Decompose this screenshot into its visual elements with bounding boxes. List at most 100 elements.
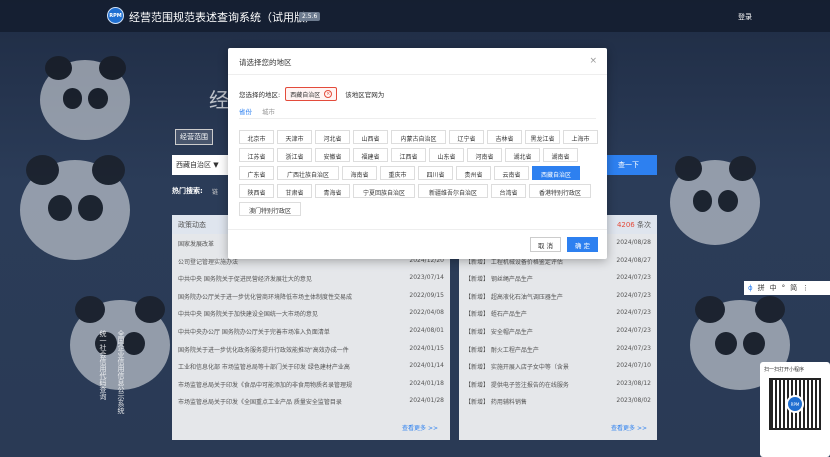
- ime-more-button[interactable]: ⋮: [802, 284, 809, 292]
- province-option[interactable]: 云南省: [494, 166, 529, 180]
- cancel-button[interactable]: 取 消: [530, 237, 561, 252]
- province-option[interactable]: 河北省: [315, 130, 350, 144]
- search-button[interactable]: 查一下: [600, 155, 657, 175]
- province-option[interactable]: 山西省: [353, 130, 388, 144]
- list-item[interactable]: 中共中央 国务院关于促进民营经济发展壮大的意见 2023/07/14: [172, 269, 450, 287]
- list-item-title: 国家发展改革: [178, 241, 215, 248]
- province-option[interactable]: 澳门特别行政区: [239, 202, 301, 216]
- province-option[interactable]: 西藏自治区: [532, 166, 580, 180]
- province-option[interactable]: 四川省: [418, 166, 453, 180]
- ime-punct-button[interactable]: °: [782, 284, 786, 292]
- close-icon[interactable]: ×: [589, 56, 597, 66]
- province-option[interactable]: 广东省: [239, 166, 274, 180]
- remove-region-icon[interactable]: ×: [324, 90, 333, 98]
- list-item-date: 2023/08/02: [616, 397, 651, 405]
- list-item[interactable]: 【新增】 钢丝绳产品生产 2024/07/23: [459, 269, 657, 287]
- province-option[interactable]: 重庆市: [380, 166, 415, 180]
- province-option[interactable]: 香港特别行政区: [529, 184, 591, 198]
- province-option[interactable]: 江苏省: [239, 148, 274, 162]
- list-item-date: 2024/07/23: [616, 309, 651, 317]
- list-item[interactable]: 市场监管总局关于印发《食品中可能添加的非食用物质名录管理规 2024/01/18: [172, 375, 450, 393]
- region-dialog: 请选择您的地区 × 您选择的地区: 西藏自治区 × 该地区官网为 省份 城市 北…: [228, 48, 607, 259]
- province-option[interactable]: 青海省: [315, 184, 350, 198]
- list-item[interactable]: 国务院关于进一步优化政务服务提升行政效能推动"高效办成一件 2024/01/15: [172, 340, 450, 358]
- list-item-title: 【新增】 钢丝绳产品生产: [465, 276, 533, 284]
- list-item-title: 中共中央 国务院关于加快建设全国统一大市场的意见: [178, 311, 318, 319]
- list-item[interactable]: 【新增】 安全帽产品生产 2024/07/23: [459, 322, 657, 340]
- province-option[interactable]: 新疆维吾尔自治区: [418, 184, 488, 198]
- province-option[interactable]: 陕西省: [239, 184, 274, 198]
- update-more-link[interactable]: 查看更多 >>: [611, 423, 647, 432]
- selected-region-chip[interactable]: 西藏自治区 ×: [285, 87, 338, 101]
- qr-close-icon[interactable]: ×: [820, 364, 827, 373]
- tab-policy[interactable]: 政策动态: [178, 221, 206, 229]
- list-item-title: 【新增】 药用辅料销售: [465, 399, 527, 407]
- app-title: 经营范围规范表述查询系统（试用版）: [129, 11, 316, 24]
- list-item-title: 国务院办公厅关于进一步优化营商环境降低市场主体制度性交易成: [178, 293, 353, 301]
- province-option[interactable]: 海南省: [342, 166, 377, 180]
- top-bar: RPM 经营范围规范表述查询系统（试用版） 2.5.6 登录: [0, 0, 830, 32]
- tab-divider: [239, 118, 596, 119]
- province-option[interactable]: 黑龙江省: [525, 130, 560, 144]
- region-select[interactable]: 西藏自治区 ▼: [172, 155, 230, 175]
- list-item-date: 2023/07/14: [409, 274, 444, 282]
- province-option[interactable]: 河南省: [467, 148, 502, 162]
- list-item[interactable]: 【新增】 实施开展入店子女中等（含景 2024/07/10: [459, 357, 657, 375]
- list-item[interactable]: 【新增】 超高液化石油气调压器生产 2024/07/23: [459, 287, 657, 305]
- province-option[interactable]: 天津市: [277, 130, 312, 144]
- list-item-title: 市场监管总局关于印发《全国重点工业产品 质量安全监管目录: [178, 399, 342, 407]
- province-option[interactable]: 宁夏回族自治区: [353, 184, 415, 198]
- province-option[interactable]: 安徽省: [315, 148, 350, 162]
- list-item-title: 【新增】 蛭石产品生产: [465, 311, 527, 319]
- province-grid: 北京市 天津市 河北省 山西省 内蒙古自治区 辽宁省 吉林省 黑龙江省 上海市江苏省 浙江省 安徽省…: [239, 130, 599, 216]
- mini-program-qr: 扫一扫打开小程序 RPM: [760, 362, 830, 457]
- list-item-date: 2024/08/27: [616, 256, 651, 264]
- update-count: 4206 条次: [617, 220, 651, 230]
- province-option[interactable]: 湖南省: [543, 148, 578, 162]
- side-link-enterprise-info[interactable]: 全国企业信用信息公示系统: [116, 330, 126, 414]
- hero-title: 经: [209, 88, 229, 112]
- list-item[interactable]: 【新增】 蛭石产品生产 2024/07/23: [459, 304, 657, 322]
- province-option[interactable]: 湖北省: [505, 148, 540, 162]
- province-option[interactable]: 贵州省: [456, 166, 491, 180]
- list-item-title: 【新增】 安全帽产品生产: [465, 328, 533, 336]
- qr-center-logo: RPM: [786, 395, 804, 413]
- update-count-number: 4206: [616, 221, 635, 229]
- ime-simplified-button[interactable]: 简: [790, 283, 797, 293]
- province-option[interactable]: 上海市: [563, 130, 598, 144]
- selected-region-label: 您选择的地区:: [239, 91, 281, 99]
- list-item[interactable]: 国务院办公厅关于进一步优化营商环境降低市场主体制度性交易成 2022/09/15: [172, 287, 450, 305]
- province-option[interactable]: 北京市: [239, 130, 274, 144]
- hot-search-item[interactable]: 链: [212, 187, 218, 196]
- scope-tag[interactable]: 经营范围: [175, 129, 213, 145]
- list-item[interactable]: 工业和信息化部 市场监管总局等十部门关于印发 绿色建材产业高 2024/01/14: [172, 357, 450, 375]
- province-option[interactable]: 吉林省: [487, 130, 522, 144]
- list-item-date: 2022/09/15: [409, 291, 444, 299]
- list-item[interactable]: 中共中央 国务院关于加快建设全国统一大市场的意见 2022/04/08: [172, 304, 450, 322]
- login-link[interactable]: 登录: [738, 12, 752, 22]
- list-item-date: 2024/07/23: [616, 291, 651, 299]
- region-site-note: 该地区官网为: [345, 91, 385, 99]
- policy-more-link[interactable]: 查看更多 >>: [402, 423, 438, 432]
- province-option[interactable]: 甘肃省: [277, 184, 312, 198]
- list-item-date: 2024/07/10: [616, 362, 651, 370]
- province-option[interactable]: 江西省: [391, 148, 426, 162]
- confirm-button[interactable]: 确 定: [567, 237, 598, 252]
- ime-chinese-button[interactable]: 中: [770, 283, 777, 293]
- side-link-credit-code[interactable]: 统一社会信用代码查询: [98, 330, 108, 400]
- list-item[interactable]: 市场监管总局关于印发《全国重点工业产品 质量安全监管目录 2024/01/28: [172, 392, 450, 410]
- qr-caption-text: 扫一扫打开小程序: [764, 367, 805, 373]
- list-item[interactable]: 中共中央办公厅 国务院办公厅关于完善市场准入负面清单 2024/08/01: [172, 322, 450, 340]
- province-option[interactable]: 台湾省: [491, 184, 526, 198]
- province-option[interactable]: 内蒙古自治区: [391, 130, 446, 144]
- list-item[interactable]: 【新增】 耐火工程产品生产 2024/07/23: [459, 340, 657, 358]
- list-item[interactable]: 【新增】 药用辅料销售 2023/08/02: [459, 392, 657, 410]
- province-option[interactable]: 山东省: [429, 148, 464, 162]
- list-item[interactable]: 【新增】 提供电子签注报告的在线服务 2023/08/12: [459, 375, 657, 393]
- province-option[interactable]: 浙江省: [277, 148, 312, 162]
- province-option[interactable]: 广西壮族自治区: [277, 166, 339, 180]
- province-option[interactable]: 福建省: [353, 148, 388, 162]
- province-option[interactable]: 辽宁省: [449, 130, 484, 144]
- list-item-title: 工业和信息化部 市场监管总局等十部门关于印发 绿色建材产业高: [178, 364, 350, 372]
- ime-pinyin-button[interactable]: 拼: [758, 283, 765, 293]
